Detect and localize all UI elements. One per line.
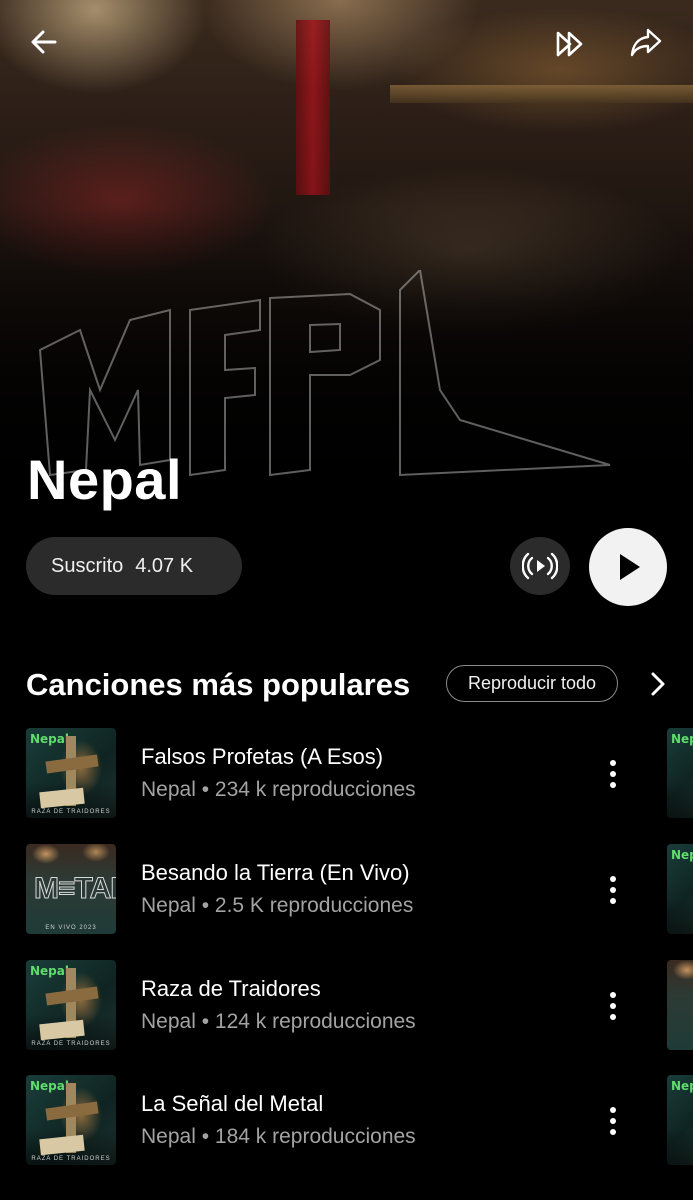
album-cover: Nepal RAZA DE TRAIDORES <box>26 1075 116 1165</box>
song-row[interactable]: Nepal RAZA DE TRAIDORES Falsos Profetas … <box>0 728 693 820</box>
song-options-button[interactable] <box>598 1099 628 1143</box>
kebab-dot <box>610 760 616 766</box>
popular-songs-heading: Canciones más populares <box>26 667 411 702</box>
cover-caption: RAZA DE TRAIDORES <box>31 809 111 815</box>
cover-caption: RAZA DE TRAIDORES <box>31 1041 111 1047</box>
artist-hero-image <box>0 0 693 520</box>
cover-metal-logo: M≡TAL <box>34 872 116 906</box>
kebab-dot <box>610 876 616 882</box>
subscriber-count: 4.07 K <box>135 554 194 577</box>
album-cover: Nepal RAZA DE TRAIDORES <box>26 728 116 818</box>
radio-broadcast-icon <box>522 552 558 580</box>
kebab-dot <box>610 887 616 893</box>
song-meta: Nepal • 184 k reproducciones <box>141 1125 416 1148</box>
song-options-button[interactable] <box>598 752 628 796</box>
back-button[interactable] <box>20 18 68 66</box>
song-options-button[interactable] <box>598 984 628 1028</box>
kebab-dot <box>610 1003 616 1009</box>
kebab-dot <box>610 1129 616 1135</box>
song-options-button[interactable] <box>598 868 628 912</box>
song-title: Raza de Traidores <box>141 976 321 1001</box>
song-row[interactable]: Nepal RAZA DE TRAIDORES La Señal del Met… <box>0 1075 693 1167</box>
chevron-right-icon <box>651 672 665 696</box>
cover-band-logo: Nepal <box>671 848 693 862</box>
cover-band-logo: Nepal <box>30 732 69 746</box>
song-title: Besando la Tierra (En Vivo) <box>141 860 410 885</box>
kebab-dot <box>610 1014 616 1020</box>
cover-book <box>39 1134 85 1156</box>
kebab-dot <box>610 782 616 788</box>
share-arrow-icon <box>630 28 662 57</box>
queue-button[interactable] <box>546 20 594 68</box>
artist-radio-button[interactable] <box>510 537 570 595</box>
kebab-dot <box>610 1118 616 1124</box>
artist-name: Nepal <box>27 448 182 511</box>
play-all-button[interactable]: Reproducir todo <box>446 665 618 702</box>
play-artist-button[interactable] <box>589 528 667 606</box>
kebab-dot <box>610 1107 616 1113</box>
kebab-dot <box>610 771 616 777</box>
share-button[interactable] <box>622 18 670 66</box>
kebab-dot <box>610 992 616 998</box>
subscribe-button[interactable]: Suscrito 4.07 K <box>26 537 242 595</box>
next-column-cover[interactable] <box>667 960 693 1050</box>
song-meta: Nepal • 234 k reproducciones <box>141 778 416 801</box>
next-column-cover[interactable]: Nepal <box>667 728 693 818</box>
next-column-cover[interactable]: Nepal <box>667 844 693 934</box>
cover-caption: RAZA DE TRAIDORES <box>31 1156 111 1162</box>
cover-band-logo: Nepal <box>30 1079 69 1093</box>
cover-band-logo: Nepal <box>671 732 693 746</box>
play-icon <box>620 554 640 580</box>
song-title: La Señal del Metal <box>141 1091 324 1116</box>
album-cover: M≡TAL EN VIVO 2023 <box>26 844 116 934</box>
double-chevron-right-icon <box>556 31 583 57</box>
song-meta: Nepal • 2.5 K reproducciones <box>141 894 414 917</box>
song-row[interactable]: Nepal RAZA DE TRAIDORES Raza de Traidore… <box>0 960 693 1052</box>
cover-book <box>39 1019 85 1041</box>
cover-caption: EN VIVO 2023 <box>45 925 97 931</box>
arrow-left-icon <box>31 30 57 54</box>
next-column-cover[interactable]: Nepal <box>667 1075 693 1165</box>
cover-book <box>39 787 85 809</box>
album-cover: Nepal RAZA DE TRAIDORES <box>26 960 116 1050</box>
song-row[interactable]: M≡TAL EN VIVO 2023 Besando la Tierra (En… <box>0 844 693 936</box>
song-meta: Nepal • 124 k reproducciones <box>141 1010 416 1033</box>
more-songs-button[interactable] <box>643 669 673 699</box>
cover-band-logo: Nepal <box>30 964 69 978</box>
cover-band-logo: Nepal <box>671 1079 693 1093</box>
subscribe-label: Suscrito <box>51 554 124 577</box>
song-title: Falsos Profetas (A Esos) <box>141 744 384 769</box>
kebab-dot <box>610 898 616 904</box>
